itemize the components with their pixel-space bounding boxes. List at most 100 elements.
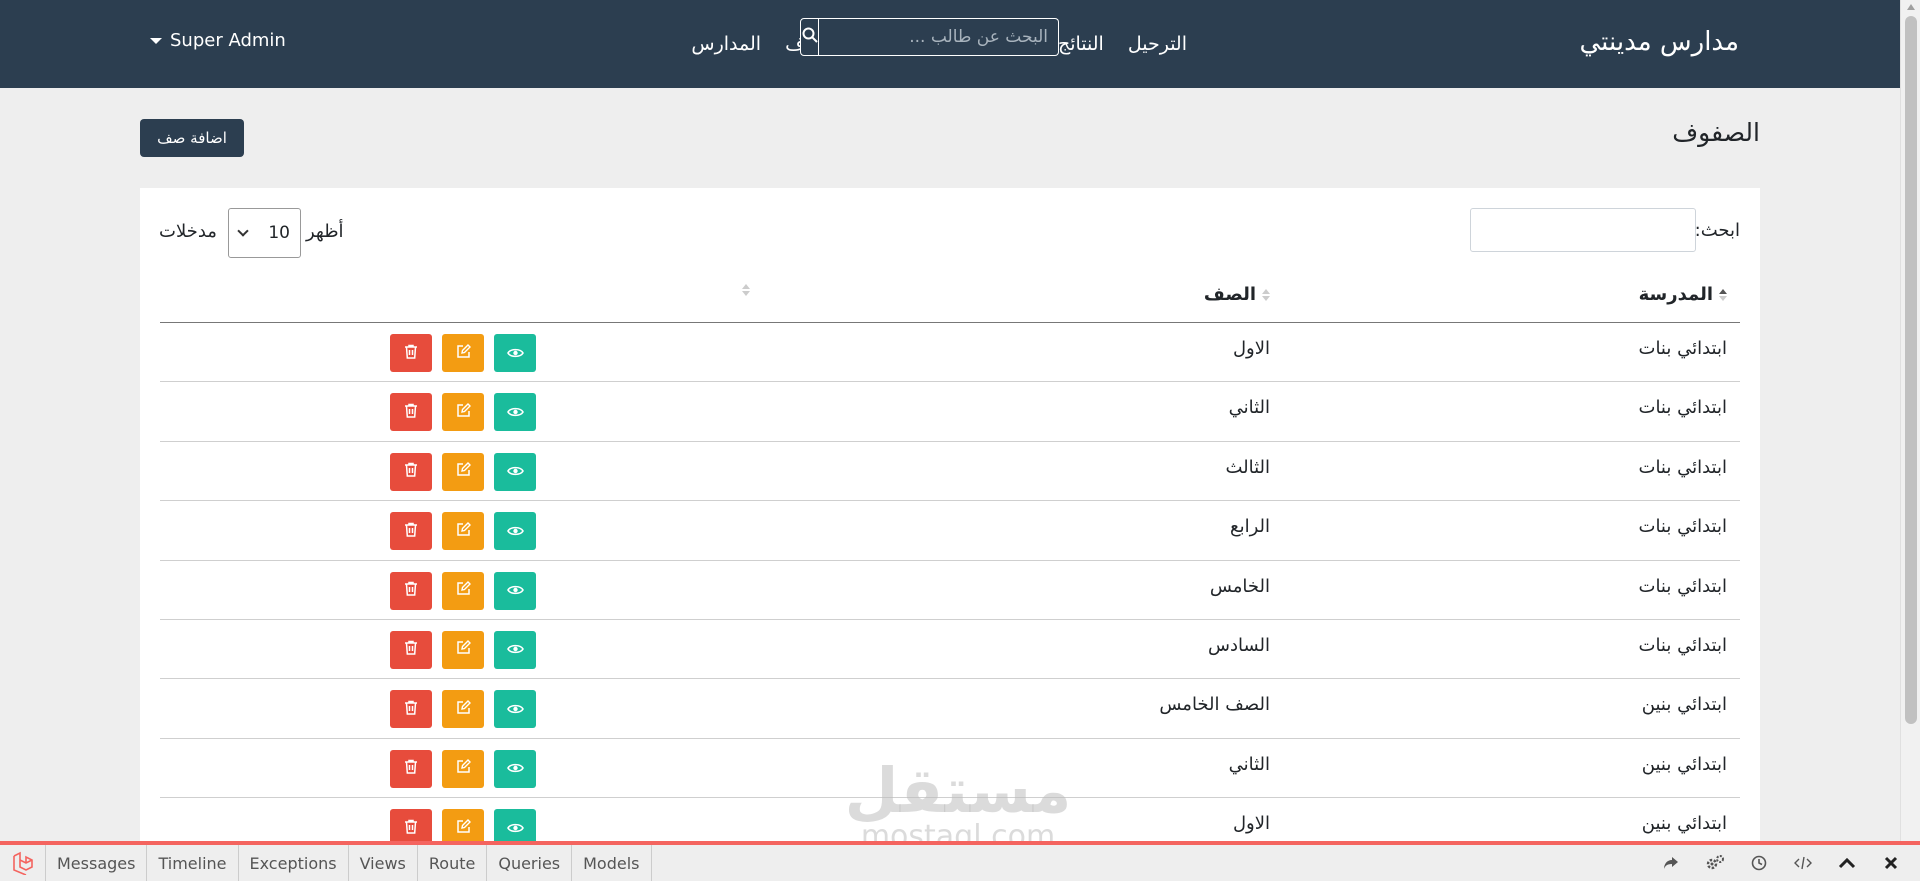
school-cell: ابتدائي بنات: [1638, 397, 1728, 419]
sort-icon: [1719, 288, 1727, 301]
page-scrollbar[interactable]: [1900, 0, 1920, 841]
column-header-class[interactable]: الصف: [1204, 284, 1270, 305]
delete-button[interactable]: [390, 393, 432, 432]
column-header-school[interactable]: المدرسة: [1639, 284, 1727, 305]
nav-link-4[interactable]: النتائج: [1058, 33, 1104, 55]
eye-icon: [506, 344, 524, 363]
view-button[interactable]: [494, 512, 536, 551]
school-cell: ابتدائي بنات: [1638, 516, 1728, 538]
edit-button[interactable]: [442, 571, 484, 610]
class-cell: الاول: [1232, 813, 1270, 835]
school-cell: ابتدائي بنين: [1641, 813, 1727, 835]
view-button[interactable]: [494, 749, 536, 788]
debug-tab-views[interactable]: Views: [349, 845, 418, 881]
edit-button[interactable]: [442, 749, 484, 788]
class-cell: الاول: [1232, 338, 1270, 359]
row-actions: [390, 630, 536, 669]
clock-icon[interactable]: [1748, 852, 1770, 874]
scroll-thumb[interactable]: [1905, 16, 1917, 724]
eye-icon: [506, 700, 524, 719]
debug-bar: Messages Timeline Exceptions Views Route Quer…: [0, 841, 1920, 881]
delete-button[interactable]: [390, 512, 432, 551]
row-actions: [390, 571, 536, 610]
debug-tabs: Messages Timeline Exceptions Views Route Quer…: [46, 845, 652, 881]
view-button[interactable]: [494, 334, 536, 372]
class-cell: الثاني: [1228, 753, 1270, 775]
delete-button[interactable]: [390, 334, 432, 372]
view-button[interactable]: [494, 690, 536, 729]
close-icon[interactable]: [1880, 852, 1902, 874]
eye-icon: [506, 759, 524, 778]
delete-button[interactable]: [390, 690, 432, 729]
class-cell: الثاني: [1228, 397, 1270, 419]
laravel-logo-icon[interactable]: [0, 845, 46, 881]
edit-icon: [456, 699, 471, 719]
view-button[interactable]: [494, 571, 536, 610]
edit-button[interactable]: [442, 452, 484, 491]
search-icon: [802, 27, 818, 47]
search-button[interactable]: [800, 18, 819, 56]
row-actions: [390, 690, 536, 729]
table-row: ابتدائي بنات السادس: [160, 620, 1740, 680]
edit-button[interactable]: [442, 630, 484, 669]
class-cell: الثالث: [1225, 456, 1270, 478]
entries-label: مدخلات: [159, 221, 217, 242]
edit-button[interactable]: [442, 512, 484, 551]
table-row: ابتدائي بنين الثاني: [160, 739, 1740, 799]
table-body: ابتدائي بنات الاول ابتدائي بنات الثاني ابتدا…: [160, 323, 1740, 858]
table-search-input[interactable]: [1470, 208, 1696, 252]
debug-tab-models[interactable]: Models: [572, 845, 652, 881]
debug-tab-timeline[interactable]: Timeline: [147, 845, 239, 881]
table-row: ابتدائي بنات الرابع: [160, 501, 1740, 561]
scroll-up-arrow-icon[interactable]: [1907, 4, 1915, 10]
classes-table: المدرسة الصف ابتدائي بنات الاول ابتدائي بن…: [160, 268, 1740, 858]
eye-icon: [506, 581, 524, 600]
table-row: ابتدائي بنات الخامس: [160, 561, 1740, 620]
school-cell: ابتدائي بنات: [1638, 338, 1728, 359]
table-row: ابتدائي بنات الاول: [160, 323, 1740, 383]
code-icon[interactable]: [1792, 852, 1814, 874]
trash-icon: [404, 640, 418, 659]
nav-link-0[interactable]: المدارس: [691, 33, 761, 55]
student-search: [800, 18, 1059, 56]
delete-button[interactable]: [390, 749, 432, 788]
edit-button[interactable]: [442, 690, 484, 729]
add-class-button[interactable]: اضافة صف: [140, 119, 244, 157]
settings-icon[interactable]: [1704, 852, 1726, 874]
debug-tab-messages[interactable]: Messages: [46, 845, 148, 881]
row-actions: [390, 749, 536, 788]
share-icon[interactable]: [1660, 852, 1682, 874]
edit-button[interactable]: [442, 334, 484, 372]
edit-icon: [456, 818, 471, 838]
row-actions: [390, 393, 536, 432]
delete-button[interactable]: [390, 452, 432, 491]
eye-icon: [506, 640, 524, 659]
eye-icon: [506, 462, 524, 481]
brand-title[interactable]: مدارس مدينتي: [1579, 27, 1739, 57]
view-button[interactable]: [494, 452, 536, 491]
user-name: Super Admin: [170, 30, 286, 51]
edit-icon: [456, 402, 471, 422]
debug-tab-route[interactable]: Route: [418, 845, 488, 881]
debug-tab-queries[interactable]: Queries: [487, 845, 573, 881]
row-actions: [390, 334, 536, 372]
class-cell: الرابع: [1229, 516, 1270, 538]
edit-icon: [456, 462, 471, 481]
nav-link-5[interactable]: الترحيل: [1128, 33, 1187, 55]
page-length-value: 10: [268, 223, 290, 243]
view-button[interactable]: [494, 630, 536, 669]
trash-icon: [404, 344, 418, 363]
chevron-up-icon[interactable]: [1836, 852, 1858, 874]
debug-tab-exceptions[interactable]: Exceptions: [239, 845, 349, 881]
page-length-select[interactable]: 10: [228, 208, 301, 258]
delete-button[interactable]: [390, 571, 432, 610]
delete-button[interactable]: [390, 630, 432, 669]
column-header-actions[interactable]: [736, 284, 750, 296]
user-menu[interactable]: Super Admin: [150, 30, 286, 51]
edit-icon: [456, 343, 471, 363]
student-search-input[interactable]: [819, 18, 1059, 56]
school-cell: ابتدائي بنين: [1641, 694, 1727, 716]
edit-button[interactable]: [442, 393, 484, 432]
view-button[interactable]: [494, 393, 536, 432]
school-cell: ابتدائي بنات: [1638, 456, 1728, 478]
